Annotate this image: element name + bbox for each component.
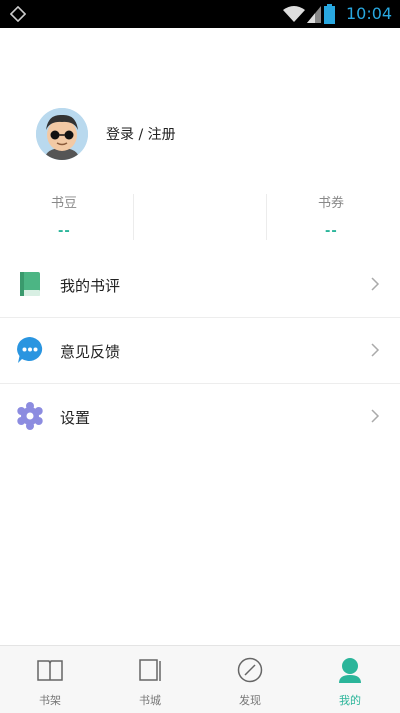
menu-item-feedback[interactable]: 意见反馈 <box>0 318 400 384</box>
wifi-icon <box>283 6 305 22</box>
battery-icon <box>324 4 335 24</box>
gear-icon <box>17 402 43 430</box>
stat-label-beans: 书豆 <box>51 196 78 211</box>
book-icon <box>20 272 40 296</box>
chat-bubble-icon <box>17 337 43 363</box>
nav-label: 发现 <box>239 694 261 707</box>
status-bar: 10:04 <box>0 0 400 28</box>
menu-label: 设置 <box>60 409 91 427</box>
stat-value-coupons[interactable]: -- <box>325 224 338 239</box>
chevron-right-icon <box>371 409 380 423</box>
stat-label-coupons: 书券 <box>318 196 345 211</box>
nav-label: 书城 <box>139 694 161 707</box>
nav-bookstore[interactable]: 书城 <box>100 646 200 713</box>
signal-icon <box>307 6 321 23</box>
nav-discover[interactable]: 发现 <box>200 646 300 713</box>
bottom-nav: 书架 书城 发现 我的 <box>0 645 400 713</box>
profile-icon <box>339 658 361 683</box>
divider <box>133 194 134 240</box>
stats-bar: 书豆 -- 书券 -- <box>0 186 400 246</box>
chevron-right-icon <box>371 343 380 357</box>
login-register-link[interactable]: 登录 / 注册 <box>106 124 176 144</box>
bookstore-icon <box>139 659 161 681</box>
nav-label: 书架 <box>39 694 61 707</box>
menu-label: 意见反馈 <box>60 343 121 361</box>
menu-item-my-reviews[interactable]: 我的书评 <box>0 252 400 318</box>
bookshelf-icon <box>37 660 63 681</box>
avatar-face-icon <box>36 108 88 160</box>
nav-bookshelf[interactable]: 书架 <box>0 646 100 713</box>
stat-value-beans[interactable]: -- <box>58 224 71 239</box>
status-clock: 10:04 <box>346 4 393 23</box>
discover-icon <box>237 657 263 683</box>
menu-item-settings[interactable]: 设置 <box>0 384 400 450</box>
nav-label: 我的 <box>339 694 361 707</box>
menu-label: 我的书评 <box>60 277 121 295</box>
divider <box>266 194 267 240</box>
avatar[interactable] <box>36 108 88 160</box>
nav-profile[interactable]: 我的 <box>300 646 400 713</box>
notification-icon <box>10 6 26 22</box>
chevron-right-icon <box>371 277 380 291</box>
